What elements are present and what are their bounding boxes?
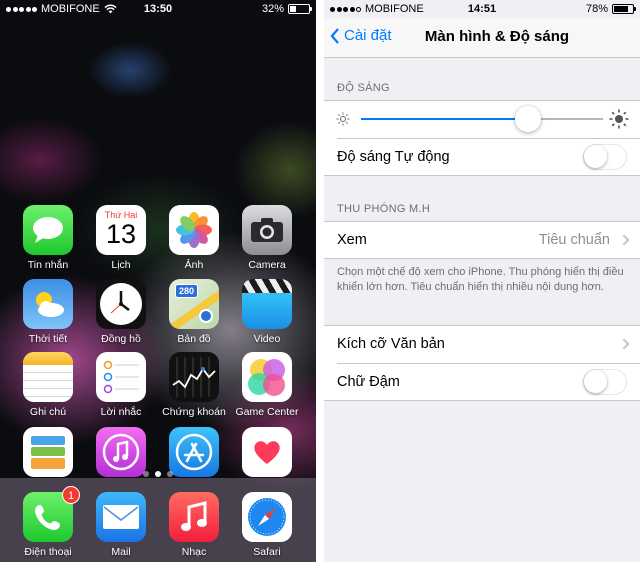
camera-icon bbox=[242, 205, 292, 255]
battery-percent: 78% bbox=[585, 3, 608, 15]
app-photos[interactable]: Ảnh bbox=[158, 205, 230, 271]
display-zoom-footer: Chọn một chế độ xem cho iPhone. Thu phón… bbox=[337, 266, 624, 293]
battery-percent: 32% bbox=[261, 3, 284, 15]
stocks-icon bbox=[169, 352, 219, 402]
page-title: Màn hình & Độ sáng bbox=[424, 28, 570, 45]
chevron-right-icon bbox=[618, 338, 630, 350]
view-label: Xem bbox=[337, 232, 367, 248]
section-header-brightness: ĐỘ SÁNG bbox=[337, 82, 390, 94]
calendar-icon: Thứ Hai 13 bbox=[96, 205, 146, 255]
status-bar: MOBIFONE 14:51 78% bbox=[324, 0, 640, 18]
app-calendar[interactable]: Thứ Hai 13 Lịch bbox=[85, 205, 157, 271]
home-screen: MOBIFONE 13:50 32% Tin nhắn Thứ Hai 13 L… bbox=[0, 0, 316, 562]
app-messages[interactable]: Tin nhắn bbox=[12, 205, 84, 271]
text-size-row[interactable]: Kích cỡ Văn bản bbox=[324, 326, 640, 362]
battery-icon bbox=[612, 4, 636, 14]
weather-icon bbox=[23, 279, 73, 329]
view-value: Tiêu chuẩn bbox=[538, 232, 610, 248]
section-header-display-zoom: THU PHÓNG M.H bbox=[337, 203, 431, 215]
brightness-slider-thumb[interactable] bbox=[514, 106, 541, 132]
settings-screen: MOBIFONE 14:51 78% Cài đặt Màn hình & Độ… bbox=[324, 0, 640, 562]
brightness-group: Độ sáng Tự động bbox=[324, 100, 640, 176]
text-size-label: Kích cỡ Văn bản bbox=[337, 336, 445, 352]
app-game-center[interactable]: Game Center bbox=[231, 352, 303, 418]
brightness-low-icon bbox=[336, 112, 350, 126]
passbook-icon bbox=[23, 427, 73, 477]
panel-divider bbox=[316, 0, 324, 562]
app-weather[interactable]: Thời tiết bbox=[12, 279, 84, 345]
app-reminders[interactable]: Lời nhắc bbox=[85, 352, 157, 418]
text-settings-group: Kích cỡ Văn bản Chữ Đậm bbox=[324, 325, 640, 401]
chevron-right-icon bbox=[618, 234, 630, 246]
maps-icon: 280 bbox=[169, 279, 219, 329]
bold-text-label: Chữ Đậm bbox=[337, 374, 400, 390]
mail-icon bbox=[96, 492, 146, 542]
app-stocks[interactable]: Chứng khoán bbox=[158, 352, 230, 418]
brightness-slider[interactable] bbox=[361, 106, 603, 132]
safari-icon bbox=[242, 492, 292, 542]
app-maps[interactable]: 280 Bản đồ bbox=[158, 279, 230, 345]
notes-icon bbox=[23, 352, 73, 402]
app-clock[interactable]: Đồng hồ bbox=[85, 279, 157, 345]
clock-icon bbox=[96, 279, 146, 329]
bold-text-row: Chữ Đậm bbox=[324, 364, 640, 400]
video-icon bbox=[242, 279, 292, 329]
display-zoom-group: Xem Tiêu chuẩn bbox=[324, 221, 640, 259]
messages-icon bbox=[23, 205, 73, 255]
view-row[interactable]: Xem Tiêu chuẩn bbox=[324, 222, 640, 258]
battery-icon bbox=[288, 4, 312, 14]
dock-app-mail[interactable]: Mail bbox=[85, 492, 157, 558]
navigation-bar: Cài đặt Màn hình & Độ sáng bbox=[324, 18, 640, 58]
game-center-icon bbox=[242, 352, 292, 402]
dock-app-music[interactable]: Nhạc bbox=[158, 492, 230, 558]
status-bar: MOBIFONE 13:50 32% bbox=[0, 0, 316, 18]
page-indicator[interactable] bbox=[0, 471, 316, 477]
app-video[interactable]: Video bbox=[231, 279, 303, 345]
auto-brightness-label: Độ sáng Tự động bbox=[337, 149, 450, 165]
brightness-slider-fill bbox=[361, 118, 528, 120]
app-camera[interactable]: Camera bbox=[231, 205, 303, 271]
health-icon bbox=[242, 427, 292, 477]
photos-icon bbox=[169, 205, 219, 255]
auto-brightness-row: Độ sáng Tự động bbox=[324, 139, 640, 175]
music-icon bbox=[169, 492, 219, 542]
bold-text-toggle[interactable] bbox=[583, 369, 627, 395]
brightness-high-icon bbox=[609, 109, 629, 129]
auto-brightness-toggle[interactable] bbox=[583, 144, 627, 170]
dock-app-phone[interactable]: 1 Điện thoại bbox=[12, 486, 84, 558]
app-store-icon bbox=[169, 427, 219, 477]
dock-app-safari[interactable]: Safari bbox=[231, 492, 303, 558]
app-notes[interactable]: Ghi chú bbox=[12, 352, 84, 418]
itunes-store-icon bbox=[96, 427, 146, 477]
notification-badge: 1 bbox=[62, 486, 80, 504]
reminders-icon bbox=[96, 352, 146, 402]
